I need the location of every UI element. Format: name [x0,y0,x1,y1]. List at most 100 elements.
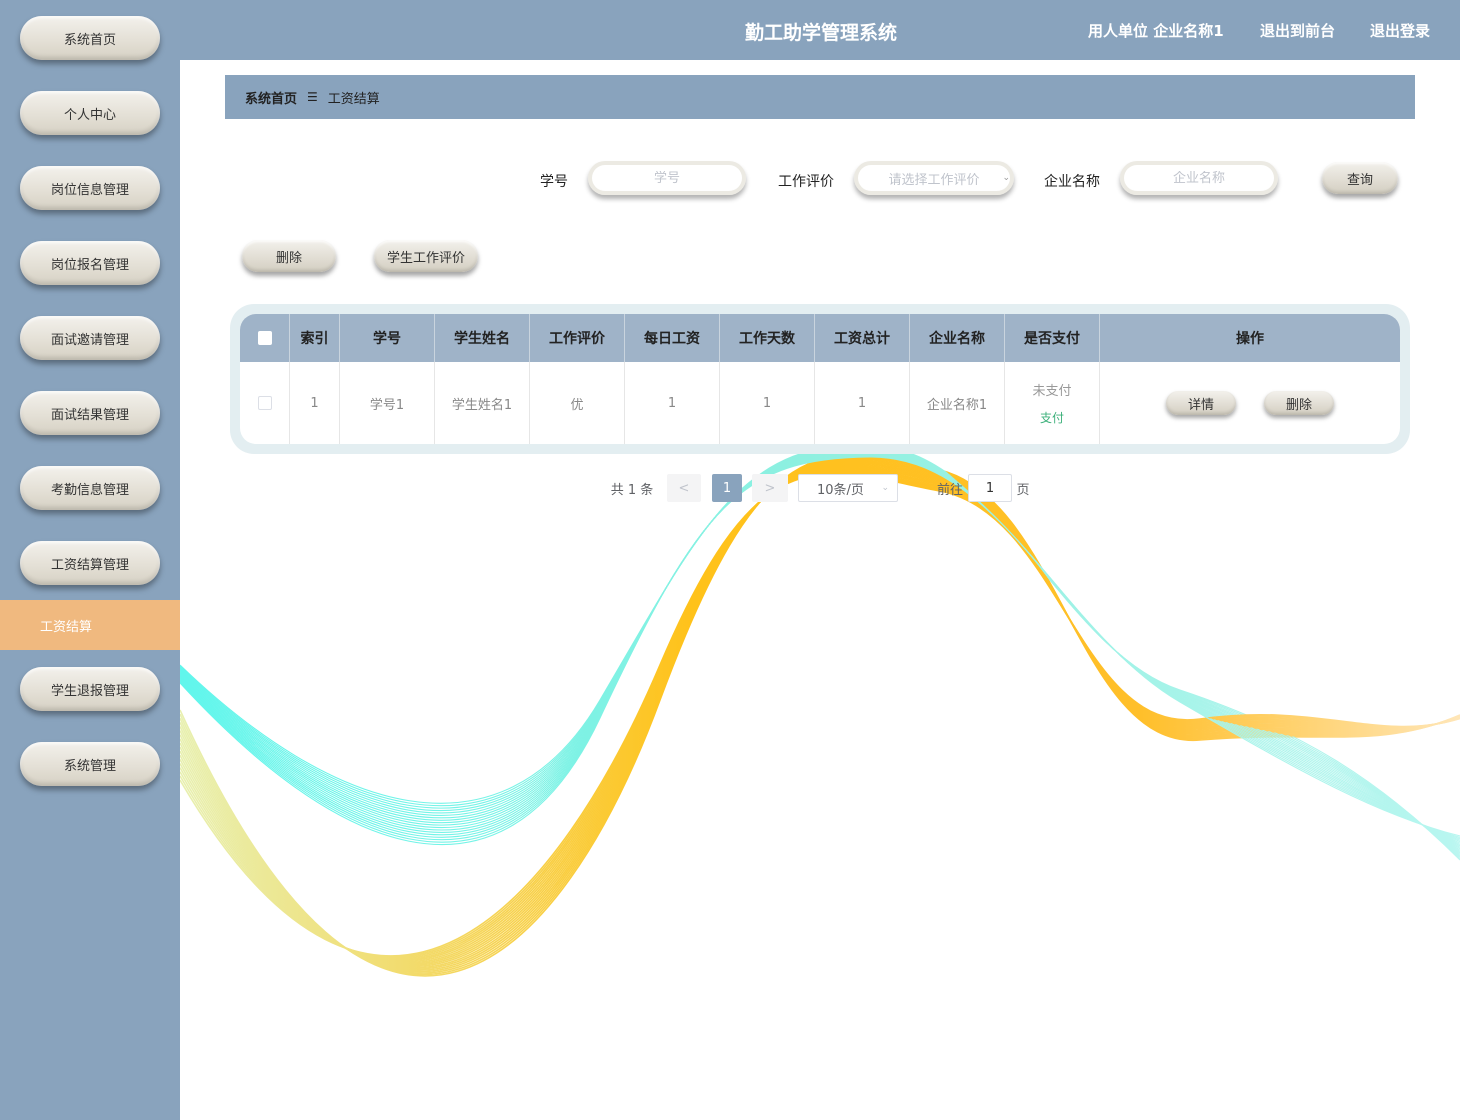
column-header: 每日工资 [625,314,720,362]
cell-total-wage: 1 [815,362,910,444]
decorative-waves [180,450,1460,977]
next-page-button[interactable]: > [752,474,788,502]
cell-work-days: 1 [720,362,815,444]
cell-student-name: 学生姓名1 [435,362,530,444]
wave-line [180,450,1460,854]
student-evaluation-button[interactable]: 学生工作评价 [374,240,478,272]
sidebar-item-attendance[interactable]: 考勤信息管理 [20,466,160,510]
company-input[interactable] [1135,170,1263,186]
sidebar-item-label: 系统管理 [63,758,116,774]
chevron-down-icon: ⌄ [881,483,889,493]
user-unit-label: 用人单位 企业名称1 [1088,22,1224,40]
evaluation-select[interactable]: 请选择工作评价 ⌄ [854,161,1014,195]
table-row: 1 学号1 学生姓名1 优 1 1 1 企业名称1 未支付 支付 详情 删除 [240,362,1400,444]
sidebar-item-label: 工资结算管理 [50,557,129,573]
sidebar-subitem-label: 工资结算 [40,619,93,635]
sidebar-item-label: 面试邀请管理 [50,332,129,348]
select-all-checkbox[interactable] [257,331,272,345]
sidebar-item-label: 系统首页 [63,32,116,48]
row-checkbox-cell [240,362,290,444]
cell-company: 企业名称1 [910,362,1005,444]
breadcrumb-home[interactable]: 系统首页 [245,88,297,107]
goto-label: 前往 [936,482,963,498]
wave-line [180,450,1460,850]
wave-line [180,456,1460,846]
sidebar-item-profile[interactable]: 个人中心 [20,91,160,135]
column-header: 工资总计 [815,314,910,362]
cell-student-id: 学号1 [340,362,435,444]
chevron-down-icon: ⌄ [1002,173,1010,183]
sidebar-item-label: 个人中心 [63,107,116,123]
wave-line [180,472,1460,957]
logout-link[interactable]: 退出登录 [1370,20,1430,41]
sidebar-item-label: 面试结果管理 [50,407,129,423]
column-header: 工作天数 [720,314,815,362]
cell-evaluation: 优 [530,362,625,444]
row-checkbox[interactable] [257,396,272,410]
column-header: 是否支付 [1005,314,1100,362]
wave-line [180,450,1460,859]
cell-daily-wage: 1 [625,362,720,444]
cell-paid-status: 未支付 支付 [1005,362,1100,444]
breadcrumb: 系统首页 ☰ 工资结算 [225,75,1415,119]
page-size-select[interactable]: 10条/页 ⌄ [798,474,898,502]
page-number-current[interactable]: 1 [712,474,742,502]
sidebar: 系统首页 个人中心 岗位信息管理 岗位报名管理 面试邀请管理 面试结果管理 考勤… [0,0,180,1120]
prev-page-button[interactable]: < [667,474,701,502]
column-header: 索引 [290,314,340,362]
wave-line [180,452,1460,845]
sidebar-item-system[interactable]: 系统管理 [20,742,160,786]
header-checkbox-cell [240,314,290,362]
sidebar-item-salary[interactable]: 工资结算管理 [20,541,160,585]
query-button[interactable]: 查询 [1322,162,1398,194]
sidebar-item-home[interactable]: 系统首页 [20,16,160,60]
wave-line [180,450,1460,858]
data-table: 索引 学号 学生姓名 工作评价 每日工资 工作天数 工资总计 企业名称 是否支付… [240,314,1400,444]
evaluation-select-placeholder: 请选择工作评价 [888,172,980,188]
company-label: 企业名称 [1044,174,1100,190]
sidebar-subitem-salary-settlement[interactable]: 工资结算 [0,600,180,650]
cell-index: 1 [290,362,340,444]
paid-status-text: 未支付 [1032,384,1072,399]
row-delete-button[interactable]: 删除 [1264,391,1334,415]
sidebar-item-job-apply[interactable]: 岗位报名管理 [20,241,160,285]
sidebar-item-label: 考勤信息管理 [50,482,129,498]
wave-line [180,453,1460,843]
column-header: 工作评价 [530,314,625,362]
goto-page-input[interactable]: 1 [968,474,1012,502]
menu-icon: ☰ [307,90,318,104]
student-id-input[interactable] [603,170,731,186]
pagination-total: 共 1 条 [610,482,654,498]
column-header: 操作 [1236,331,1264,347]
data-table-frame: 索引 学号 学生姓名 工作评价 每日工资 工作天数 工资总计 企业名称 是否支付… [230,304,1410,454]
table-header: 索引 学号 学生姓名 工作评价 每日工资 工作天数 工资总计 企业名称 是否支付… [240,314,1400,362]
cell-actions: 详情 删除 [1100,362,1400,444]
wave-line [180,450,1460,857]
sidebar-item-interview-invite[interactable]: 面试邀请管理 [20,316,160,360]
sidebar-item-label: 岗位报名管理 [50,257,129,273]
column-header: 学生姓名 [435,314,530,362]
page-suffix: 页 [1016,482,1030,498]
wave-line [180,450,1460,848]
wave-line [180,451,1460,847]
sidebar-item-job-info[interactable]: 岗位信息管理 [20,166,160,210]
detail-button[interactable]: 详情 [1166,391,1236,415]
company-input-wrap [1120,161,1278,195]
wave-line [180,450,1460,851]
sidebar-item-withdraw[interactable]: 学生退报管理 [20,667,160,711]
app-title: 勤工助学管理系统 [745,22,898,44]
sidebar-item-label: 学生退报管理 [50,683,129,699]
pay-link[interactable]: 支付 [1040,409,1064,426]
wave-line [180,452,1460,844]
page-size-value: 10条/页 [817,482,864,498]
wave-line [180,455,1460,841]
sidebar-item-interview-result[interactable]: 面试结果管理 [20,391,160,435]
column-header: 学号 [340,314,435,362]
student-id-label: 学号 [540,174,568,190]
wave-line [180,455,1460,843]
top-header: 勤工助学管理系统 用人单位 企业名称1 退出到前台 退出登录 [180,0,1460,60]
column-header: 企业名称 [910,314,1005,362]
wave-line [180,454,1460,841]
batch-delete-button[interactable]: 删除 [242,240,336,272]
exit-to-front-link[interactable]: 退出到前台 [1260,20,1335,41]
